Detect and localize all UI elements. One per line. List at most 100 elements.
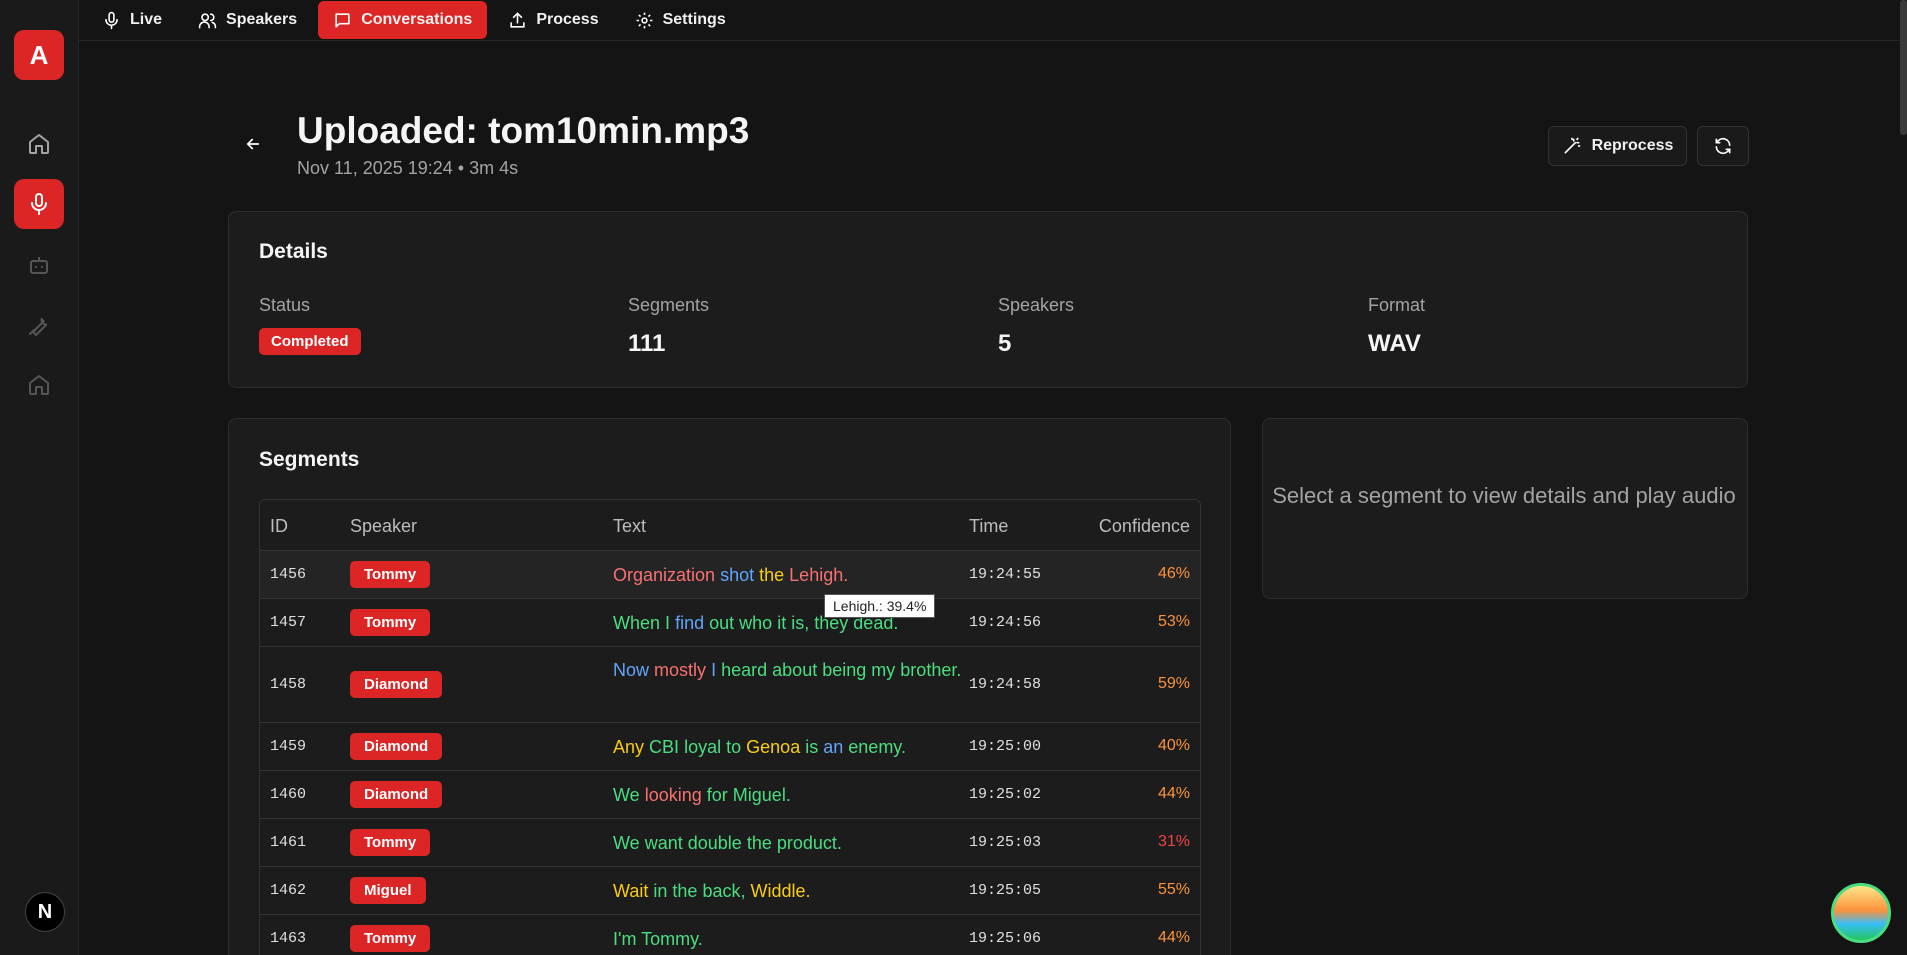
word-token[interactable]: double [688, 833, 742, 853]
table-row[interactable]: 1457 Tommy When I find out who it is, they… [260, 599, 1200, 647]
sidebar-home2-button[interactable] [14, 360, 64, 410]
app-logo[interactable]: A [14, 30, 64, 80]
speaker-badge[interactable]: Miguel [350, 877, 426, 904]
word-token[interactable]: is [805, 737, 818, 757]
word-token[interactable]: mostly [654, 660, 706, 680]
sidebar-tools-button[interactable] [14, 300, 64, 350]
word-token[interactable]: find [675, 613, 704, 633]
word-token[interactable]: brother. [900, 660, 961, 680]
speaker-badge[interactable]: Diamond [350, 733, 443, 760]
details-title: Details [259, 240, 328, 263]
user-avatar[interactable] [1831, 883, 1891, 943]
framework-badge[interactable]: N [25, 892, 65, 932]
page-scrollbar[interactable] [1900, 0, 1907, 135]
table-row[interactable]: 1459 Diamond Any CBI loyal to Genoa is an … [260, 723, 1200, 771]
speaker-badge[interactable]: Tommy [350, 561, 431, 588]
table-row[interactable]: 1463 Tommy I'm Tommy. 19:25:06 44% [260, 915, 1200, 955]
word-token[interactable]: back, [702, 881, 745, 901]
detail-speakers: Speakers 5 [998, 295, 1074, 358]
detail-format: Format WAV [1368, 295, 1425, 358]
segments-table: ID Speaker Text Time Confidence 1456 Tomm… [259, 499, 1201, 955]
back-button[interactable] [240, 131, 266, 157]
word-token[interactable]: loyal [684, 737, 721, 757]
reprocess-button[interactable]: Reprocess [1548, 126, 1687, 166]
refresh-button[interactable] [1697, 126, 1749, 166]
table-row[interactable]: 1461 Tommy We want double the product. 19:2… [260, 819, 1200, 867]
word-token[interactable]: my [871, 660, 895, 680]
table-row[interactable]: 1460 Diamond We looking for Miguel. 19:25:0… [260, 771, 1200, 819]
bot-icon [30, 257, 48, 274]
word-token[interactable]: product. [777, 833, 842, 853]
word-token[interactable]: about [772, 660, 817, 680]
detail-value: 111 [628, 330, 666, 357]
word-token[interactable]: it [777, 613, 786, 633]
tab-process[interactable]: Process [493, 1, 613, 39]
table-row[interactable]: 1462 Miguel Wait in the back, Widdle. 19:25… [260, 867, 1200, 915]
word-token[interactable]: enemy. [848, 737, 906, 757]
tab-settings[interactable]: Settings [620, 1, 741, 39]
word-token[interactable]: the [759, 565, 784, 585]
segment-text: Any CBI loyal to Genoa is an enemy. [613, 733, 963, 762]
segment-id: 1462 [270, 882, 307, 899]
word-token[interactable]: to [726, 737, 741, 757]
speaker-badge[interactable]: Tommy [350, 925, 431, 952]
segment-id: 1456 [270, 566, 307, 583]
segment-text: I'm Tommy. [613, 925, 963, 954]
segment-text: We looking for Miguel. [613, 781, 963, 810]
upload-icon [510, 11, 525, 28]
detail-value: WAV [1368, 330, 1421, 357]
word-token[interactable]: Widdle. [750, 881, 810, 901]
tab-speakers[interactable]: Speakers [183, 1, 312, 39]
tab-conversations[interactable]: Conversations [318, 1, 488, 39]
word-token[interactable]: When [613, 613, 660, 633]
wrench-icon [29, 317, 48, 337]
word-token[interactable]: heard [721, 660, 767, 680]
word-token[interactable]: the [747, 833, 772, 853]
word-token[interactable]: is, [791, 613, 809, 633]
word-token[interactable]: the [672, 881, 697, 901]
tab-label: Live [130, 11, 163, 28]
speaker-badge[interactable]: Tommy [350, 609, 431, 636]
word-token[interactable]: an [823, 737, 843, 757]
word-token[interactable]: shot [720, 565, 754, 585]
word-token[interactable]: I'm [613, 929, 636, 949]
word-token[interactable]: want [645, 833, 683, 853]
word-token[interactable]: in [653, 881, 667, 901]
speaker-badge[interactable]: Diamond [350, 671, 443, 698]
home-icon [29, 375, 49, 395]
speaker-cell: Miguel [350, 877, 426, 904]
table-row[interactable]: 1458 Diamond Now mostly I heard about bein… [260, 647, 1200, 723]
segment-confidence: 44% [1157, 785, 1190, 802]
word-token[interactable]: Miguel. [733, 785, 791, 805]
word-token[interactable]: Lehigh. [789, 565, 848, 585]
segment-id: 1461 [270, 834, 307, 851]
word-token[interactable]: CBI [649, 737, 679, 757]
word-token[interactable]: Tommy. [641, 929, 703, 949]
magic-wand-icon [1564, 137, 1580, 154]
word-token[interactable]: We [613, 833, 640, 853]
word-token[interactable]: Wait [613, 881, 648, 901]
word-token[interactable]: I [665, 613, 670, 633]
table-row[interactable]: 1456 Tommy Organization shot the Lehigh. 19… [260, 551, 1200, 599]
word-token[interactable]: Now [613, 660, 649, 680]
speaker-badge[interactable]: Tommy [350, 829, 431, 856]
word-token[interactable]: We [613, 785, 640, 805]
segment-id: 1459 [270, 738, 307, 755]
segment-time: 19:24:56 [969, 614, 1042, 631]
word-token[interactable]: for [707, 785, 728, 805]
sidebar-home-button[interactable] [14, 119, 64, 169]
segment-confidence: 55% [1157, 881, 1190, 898]
word-token[interactable]: Organization [613, 565, 715, 585]
word-token[interactable]: being [822, 660, 866, 680]
word-token[interactable]: looking [645, 785, 702, 805]
word-token[interactable]: who [739, 613, 772, 633]
speaker-cell: Diamond [350, 733, 443, 760]
sidebar-live-button[interactable] [14, 179, 64, 229]
word-token[interactable]: out [709, 613, 734, 633]
sidebar-bot-button[interactable] [14, 240, 64, 290]
word-token[interactable]: I [711, 660, 716, 680]
tab-live[interactable]: Live [87, 1, 177, 39]
speaker-badge[interactable]: Diamond [350, 781, 443, 808]
word-token[interactable]: Any [613, 737, 644, 757]
word-token[interactable]: Genoa [746, 737, 800, 757]
